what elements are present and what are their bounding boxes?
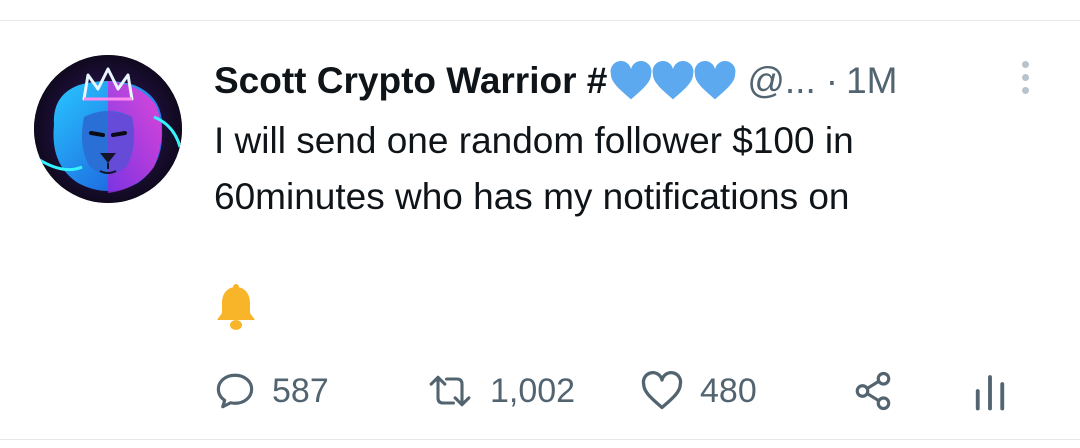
tweet-text-line: I will send one random follower $100 in xyxy=(214,120,854,161)
blue-heart-icon xyxy=(694,61,736,100)
blue-heart-icon xyxy=(610,61,652,100)
heart-icon xyxy=(641,370,683,410)
lion-avatar-image xyxy=(34,55,182,203)
bell-icon xyxy=(214,283,258,336)
avatar[interactable] xyxy=(34,55,182,203)
tweet-actions: 587 1,002 480 xyxy=(214,363,1034,419)
like-button[interactable]: 480 xyxy=(640,363,757,419)
like-count: 480 xyxy=(700,371,757,410)
separator-dot: · xyxy=(825,60,839,101)
retweet-icon xyxy=(429,375,471,407)
tweet-text-line: 60minutes who has my notifications on xyxy=(214,176,850,217)
author-handle[interactable]: @... xyxy=(747,60,815,102)
tweet-header: Scott Crypto Warrior # @... · 1M xyxy=(214,55,1040,107)
share-icon xyxy=(855,371,891,411)
tweet-card[interactable]: Scott Crypto Warrior # @... · 1M I will … xyxy=(0,20,1080,440)
reply-count: 587 xyxy=(272,371,329,410)
tweet-time[interactable]: 1M xyxy=(846,60,897,102)
blue-heart-icon xyxy=(652,61,694,100)
retweet-button[interactable]: 1,002 xyxy=(426,363,575,419)
tweet-content: Scott Crypto Warrior # @... · 1M I will … xyxy=(214,55,1040,225)
analytics-icon xyxy=(975,375,1005,411)
tweet-text: I will send one random follower $100 in … xyxy=(214,113,1040,225)
analytics-button[interactable] xyxy=(972,363,1024,419)
reply-button[interactable]: 587 xyxy=(214,363,329,419)
share-button[interactable] xyxy=(852,363,910,419)
reply-icon xyxy=(216,373,254,409)
retweet-count: 1,002 xyxy=(490,371,576,410)
more-options-icon[interactable] xyxy=(1010,61,1040,94)
author-name[interactable]: Scott Crypto Warrior # xyxy=(214,60,607,102)
author-name-emoji xyxy=(609,60,736,102)
